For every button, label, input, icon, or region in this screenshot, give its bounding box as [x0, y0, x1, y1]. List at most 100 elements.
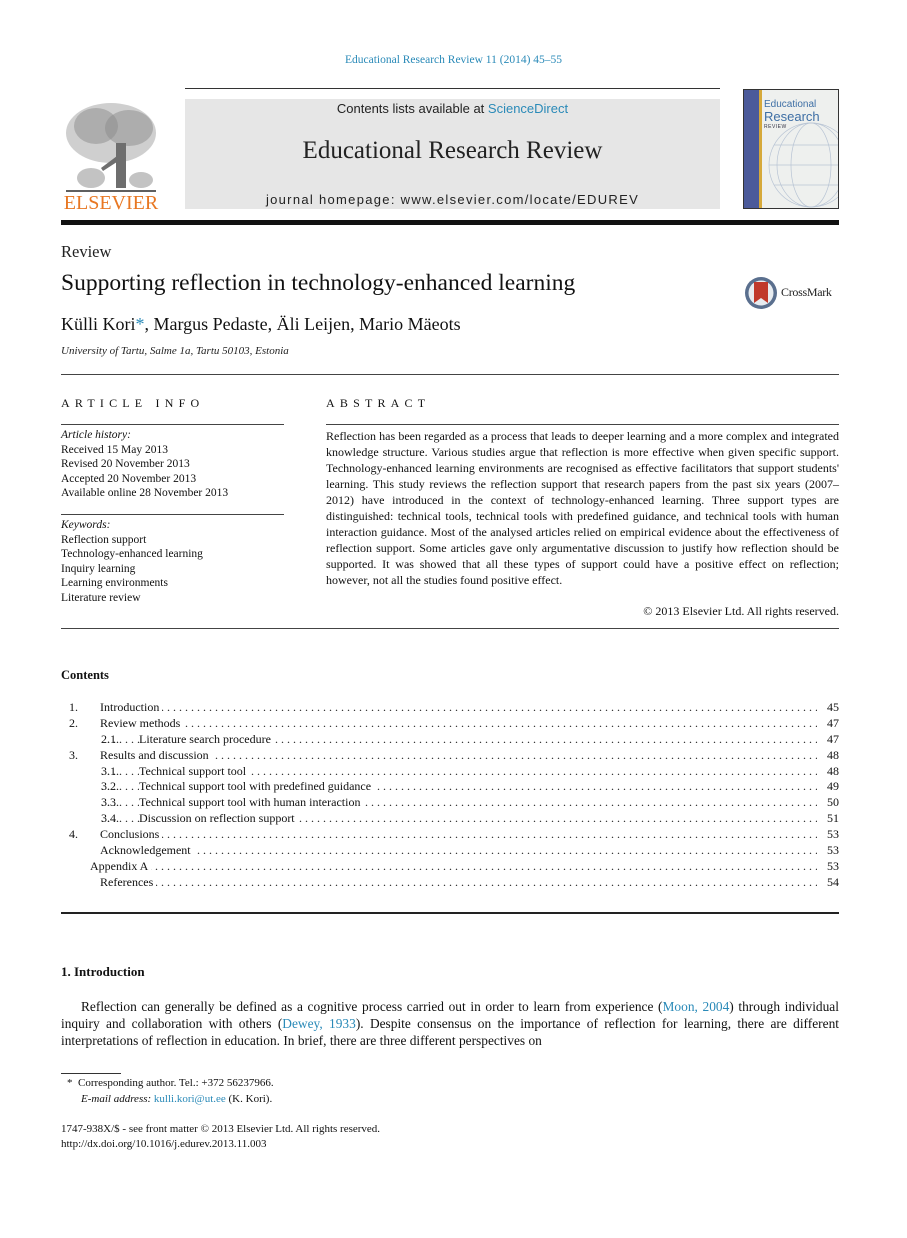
toc-page-number: 47: [819, 731, 839, 748]
toc-label[interactable]: Acknowledgement: [100, 843, 194, 859]
divider: [61, 628, 839, 629]
issn-line: 1747-938X/$ - see front matter © 2013 El…: [61, 1123, 381, 1135]
journal-homepage-link[interactable]: journal homepage: www.elsevier.com/locat…: [185, 192, 720, 207]
toc-page-number: 48: [819, 747, 839, 764]
article-type: Review: [61, 242, 112, 261]
toc-leader-dots: ........................................…: [101, 827, 817, 842]
introduction-paragraph: Reflection can generally be defined as a…: [61, 999, 839, 1048]
keyword: Literature review: [61, 591, 141, 604]
toc-page-number: 53: [819, 827, 839, 844]
elsevier-wordmark: ELSEVIER: [63, 192, 159, 214]
email-link[interactable]: kulli.kori@ut.ee: [154, 1093, 226, 1105]
toc-entry[interactable]: 3.2.....................................…: [61, 779, 839, 796]
toc-leader-dots: ........................................…: [101, 874, 817, 889]
article-history: Article history: Received 15 May 2013 Re…: [61, 428, 284, 501]
toc-label[interactable]: Results and discussion: [100, 747, 212, 764]
toc-label[interactable]: Review methods: [100, 715, 184, 732]
history-item: Received 15 May 2013: [61, 443, 168, 456]
toc-entry[interactable]: ........................................…: [61, 843, 839, 859]
toc-page-number: 51: [819, 811, 839, 828]
crossmark-icon: [745, 277, 777, 309]
abstract-copyright: © 2013 Elsevier Ltd. All rights reserved…: [643, 604, 839, 618]
toc-label[interactable]: Technical support tool: [139, 763, 250, 780]
toc-page-number: 45: [819, 700, 839, 716]
toc-page-number: 53: [819, 858, 839, 875]
journal-cover-image: Educational Research REVIEW: [743, 89, 839, 209]
toc-label[interactable]: Introduction: [100, 700, 163, 716]
table-of-contents: 1.......................................…: [61, 700, 839, 891]
toc-page-number: 49: [819, 779, 839, 796]
toc-entry[interactable]: 2.1.....................................…: [61, 731, 839, 748]
citation-link[interactable]: Moon, 2004: [663, 999, 730, 1014]
toc-number: 1.: [69, 700, 78, 714]
masthead-divider: [61, 220, 839, 225]
sciencedirect-link[interactable]: ScienceDirect: [488, 101, 568, 116]
toc-entry[interactable]: 1.......................................…: [61, 700, 839, 716]
masthead: ELSEVIER Contents lists available at Sci…: [61, 88, 839, 226]
author-list: Külli Kori*, Margus Pedaste, Äli Leijen,…: [61, 314, 461, 335]
doi-link[interactable]: http://dx.doi.org/10.1016/j.edurev.2013.…: [61, 1138, 267, 1150]
article-title: Supporting reflection in technology-enha…: [61, 270, 576, 296]
abstract-body: Reflection has been regarded as a proces…: [326, 429, 839, 587]
journal-banner: Contents lists available at ScienceDirec…: [185, 99, 720, 209]
toc-entry[interactable]: 4.......................................…: [61, 827, 839, 844]
keyword: Inquiry learning: [61, 562, 136, 575]
toc-number: 2.: [69, 715, 78, 730]
toc-entry[interactable]: 3.......................................…: [61, 747, 839, 764]
toc-page-number: 48: [819, 763, 839, 780]
toc-page-number: 50: [819, 795, 839, 812]
keyword: Learning environments: [61, 577, 168, 589]
toc-entry[interactable]: 3.3.....................................…: [61, 795, 839, 812]
history-item: Available online 28 November 2013: [61, 487, 229, 499]
corresponding-author-footnote: * Corresponding author. Tel.: +372 56237…: [67, 1077, 274, 1089]
email-footnote: E-mail address: kulli.kori@ut.ee (K. Kor…: [81, 1093, 273, 1105]
toc-entry[interactable]: ........................................…: [61, 858, 839, 875]
history-item: Revised 20 November 2013: [61, 458, 190, 470]
toc-label[interactable]: References: [100, 874, 157, 891]
top-rule: [185, 88, 720, 89]
journal-title: Educational Research Review: [302, 137, 603, 164]
toc-entry[interactable]: 3.1.....................................…: [61, 763, 839, 780]
divider: [61, 424, 284, 425]
history-item: Accepted 20 November 2013: [61, 472, 197, 485]
contents-heading: Contents: [61, 668, 109, 682]
article-info-heading: ARTICLE INFO: [61, 396, 205, 410]
corresponding-author-marker[interactable]: *: [136, 314, 145, 334]
toc-leader-dots: ........................................…: [101, 858, 817, 873]
cover-title: Educational Research REVIEW: [764, 99, 820, 130]
toc-leader-dots: ........................................…: [101, 715, 817, 730]
toc-leader-dots: ........................................…: [101, 700, 817, 714]
crossmark-button[interactable]: CrossMark: [744, 276, 844, 310]
keyword: Reflection support: [61, 533, 147, 546]
toc-label[interactable]: Literature search procedure: [139, 731, 274, 748]
divider: [326, 424, 839, 425]
toc-label[interactable]: Discussion on reflection support: [139, 811, 298, 828]
affiliation: University of Tartu, Salme 1a, Tartu 501…: [61, 345, 289, 357]
divider: [61, 514, 284, 515]
author-name[interactable]: Külli Kori: [61, 314, 136, 334]
toc-label[interactable]: Appendix A: [90, 858, 152, 875]
contents-available-line: Contents lists available at ScienceDirec…: [336, 101, 569, 116]
toc-page-number: 54: [819, 874, 839, 891]
divider: [61, 374, 839, 375]
toc-page-number: 53: [819, 843, 839, 859]
toc-number: 4.: [69, 827, 78, 842]
toc-number: 3.: [69, 747, 78, 762]
keyword: Technology-enhanced learning: [61, 548, 203, 560]
toc-label[interactable]: Technical support tool with human intera…: [139, 795, 364, 812]
abstract-heading: ABSTRACT: [326, 396, 431, 410]
toc-page-number: 47: [819, 715, 839, 732]
toc-entry[interactable]: 2.......................................…: [61, 715, 839, 732]
section-heading: 1. Introduction: [61, 964, 145, 979]
toc-label[interactable]: Conclusions: [100, 827, 163, 844]
toc-entry[interactable]: 3.4.....................................…: [61, 811, 839, 828]
toc-label[interactable]: Technical support tool with predefined g…: [139, 779, 375, 796]
toc-entry[interactable]: ........................................…: [61, 874, 839, 891]
journal-reference-link[interactable]: Educational Research Review 11 (2014) 45…: [0, 54, 907, 66]
footnote-divider: [61, 1073, 121, 1074]
keywords: Keywords: Reflection support Technology-…: [61, 518, 284, 605]
coauthor-names: , Margus Pedaste, Äli Leijen, Mario Mäeo…: [144, 314, 461, 334]
divider: [61, 912, 839, 914]
toc-leader-dots: ........................................…: [101, 843, 817, 858]
citation-link[interactable]: Dewey, 1933: [282, 1016, 356, 1031]
